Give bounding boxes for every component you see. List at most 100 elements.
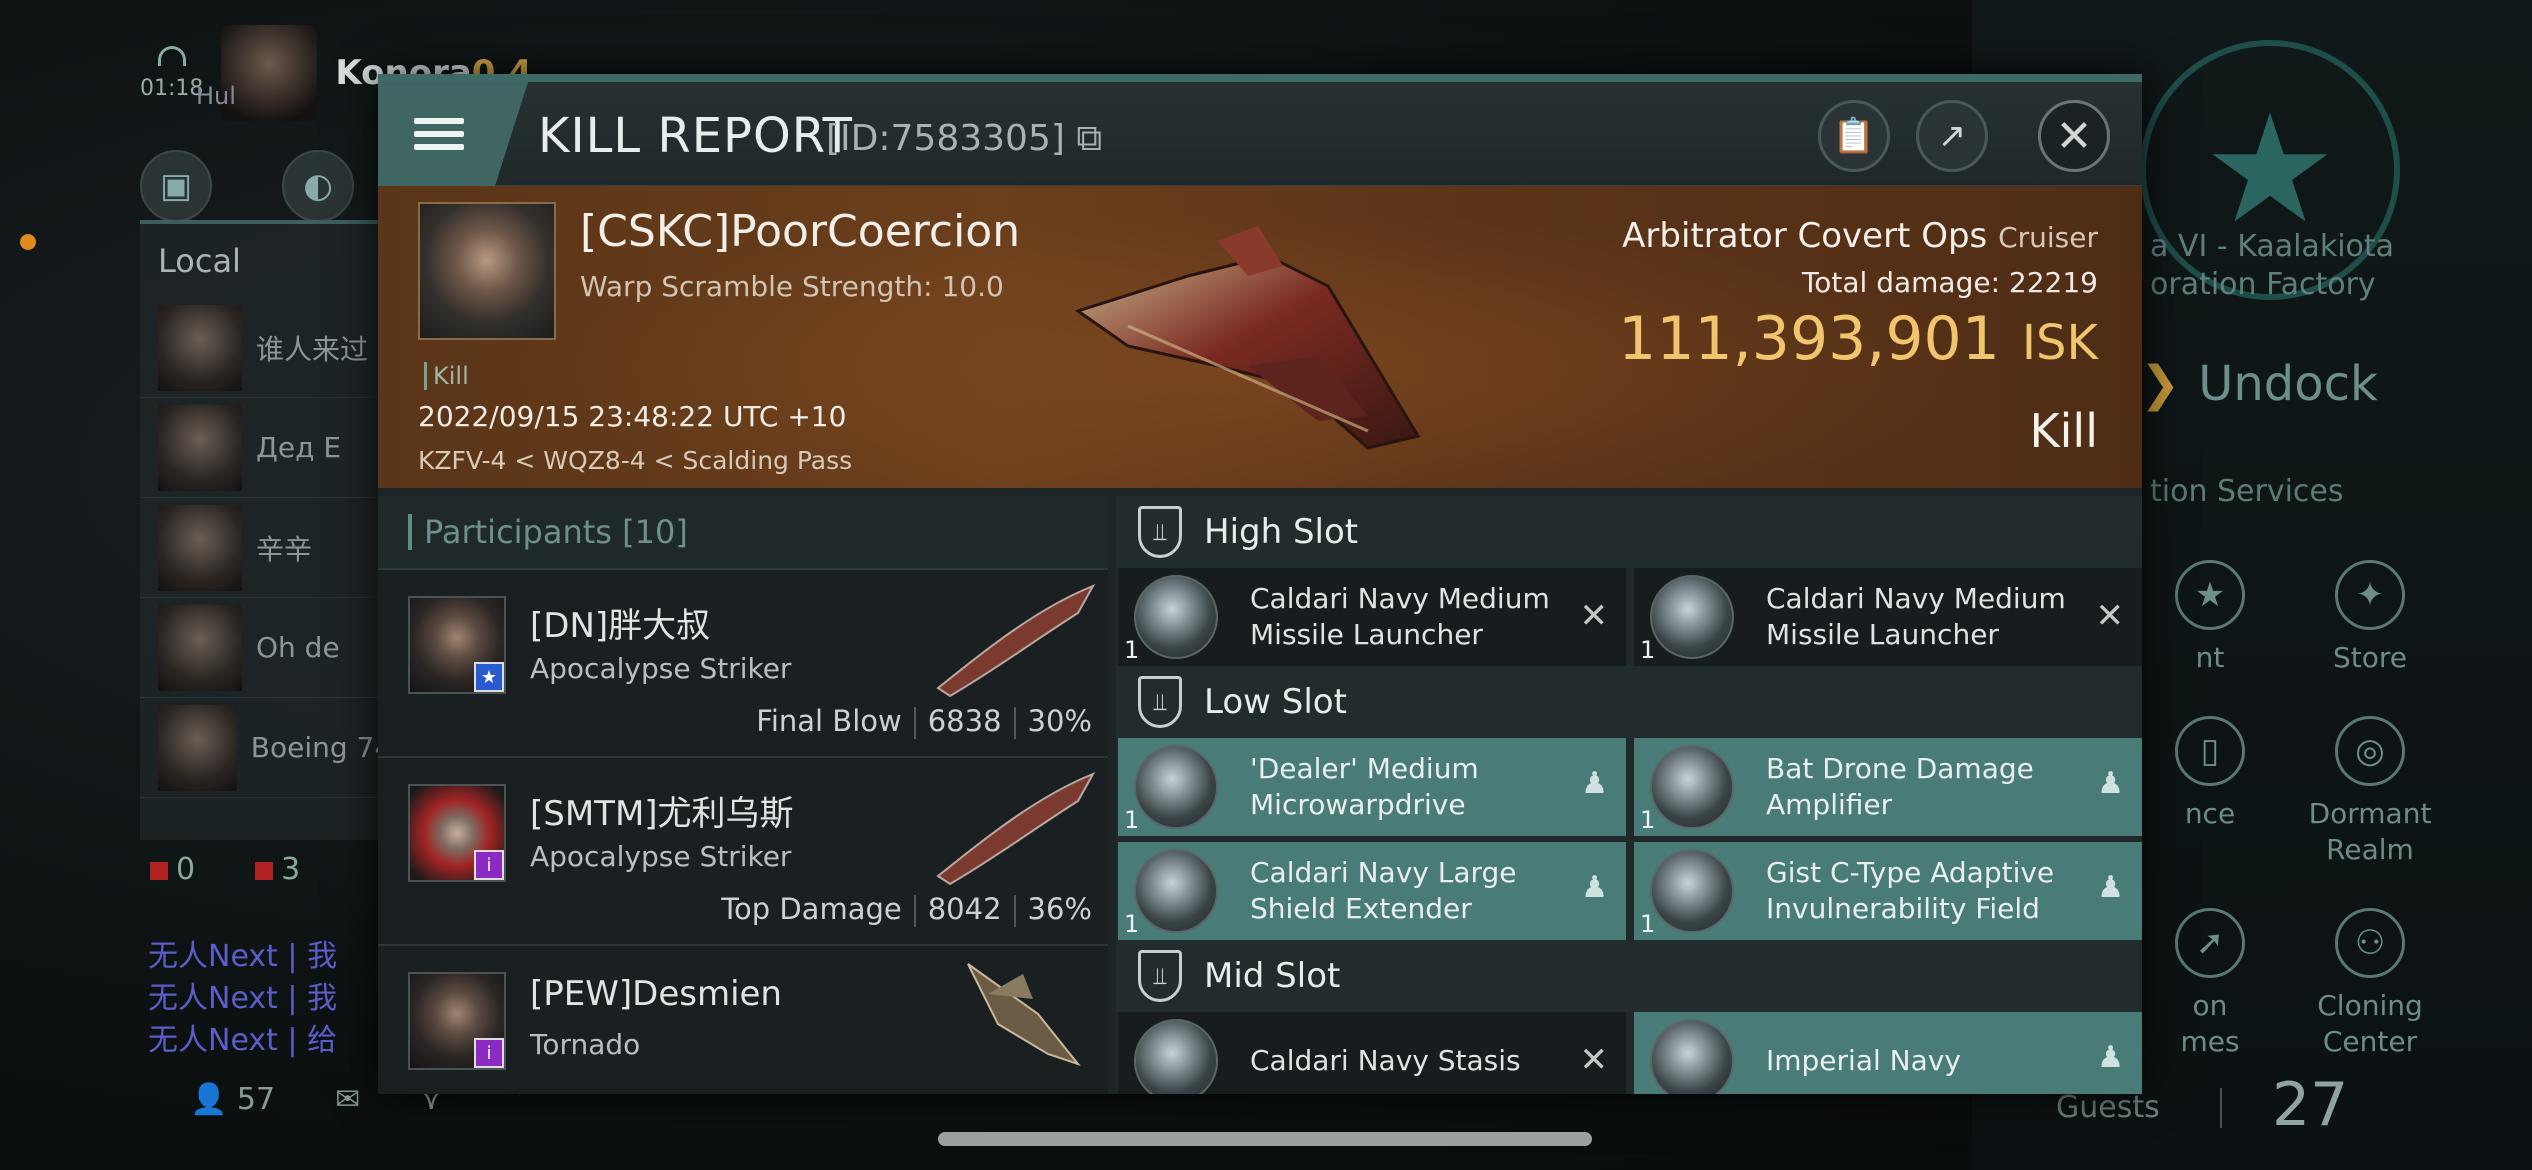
module-quantity: 1 bbox=[1640, 910, 1656, 938]
module-name: Caldari Navy Medium Missile Launcher bbox=[1766, 582, 2066, 651]
list-item[interactable]: Дед Е bbox=[140, 398, 400, 498]
list-item[interactable]: Boeing 747 bbox=[140, 698, 400, 798]
participant-row[interactable]: ★ [DN]胖大叔 Apocalypse Striker Final Blow 6… bbox=[378, 570, 1108, 758]
participant-stats: Final Blow 6838 30% bbox=[756, 704, 1092, 739]
station-services: ★ nt ✦ Store ▯ nce ◎ Dormant Realm ➚ on mes ⚇… bbox=[2130, 560, 2450, 1060]
microwarpdrive-icon bbox=[1134, 745, 1218, 829]
avatar bbox=[158, 704, 237, 791]
module-item[interactable]: 1 'Dealer' Medium Microwarpdrive ♟ bbox=[1118, 738, 1626, 836]
victim-ship-image[interactable] bbox=[1068, 216, 1438, 466]
isk-value: 111,393,901 ISK bbox=[1618, 304, 2098, 374]
kill-type: Kill bbox=[2029, 404, 2098, 458]
member-name: Дед Е bbox=[256, 431, 342, 464]
module-item[interactable]: 1 Caldari Navy Medium Missile Launcher ✕ bbox=[1118, 568, 1626, 666]
low-slot-header: ⫫ Low Slot bbox=[1116, 666, 2142, 738]
victim-name[interactable]: [CSKC]PoorCoercion bbox=[580, 206, 1020, 257]
high-slot-header: ⫫ High Slot bbox=[1116, 496, 2142, 568]
players-count[interactable]: 👤 57 bbox=[190, 1082, 275, 1117]
station-services-label: tion Services bbox=[2150, 474, 2344, 509]
module-name: Imperial Navy bbox=[1766, 1044, 1961, 1077]
planet-tab-icon[interactable]: ◐ bbox=[282, 150, 354, 222]
participants-panel: Participants [10] ★ [DN]胖大叔 Apocalypse S… bbox=[378, 496, 1108, 1094]
module-item[interactable]: 1 Gist C-Type Adaptive Invulnerability F… bbox=[1634, 842, 2142, 940]
module-item[interactable]: 1 Bat Drone Damage Amplifier ♟ bbox=[1634, 738, 2142, 836]
shield-extender-icon bbox=[1134, 849, 1218, 933]
kill-id[interactable]: [ID:7583305] ⧉ bbox=[826, 118, 1102, 160]
dropped-person-icon: ♟ bbox=[2097, 870, 2124, 905]
copy-icon[interactable]: ⧉ bbox=[1076, 118, 1102, 159]
participant-ship: Apocalypse Striker bbox=[530, 652, 792, 685]
victim-portrait[interactable] bbox=[418, 202, 556, 340]
fitting-panel: ⫫ High Slot 1 Caldari Navy Medium Missil… bbox=[1116, 496, 2142, 1094]
victim-warp-scramble: Warp Scramble Strength: 10.0 bbox=[580, 270, 1004, 303]
module-name: 'Dealer' Medium Microwarpdrive bbox=[1250, 752, 1479, 821]
avatar bbox=[158, 604, 242, 691]
destroyed-icon: ✕ bbox=[1579, 596, 1609, 636]
module-name: Gist C-Type Adaptive Invulnerability Fie… bbox=[1766, 856, 2055, 925]
module-item[interactable]: Imperial Navy ♟ bbox=[1634, 1012, 2142, 1094]
victim-ship[interactable]: Arbitrator Covert Ops Cruiser bbox=[1622, 216, 2098, 256]
module-name: Caldari Navy Medium Missile Launcher bbox=[1250, 582, 1550, 651]
participant-name: [SMTM]尤利乌斯 bbox=[530, 794, 794, 834]
service-dormant-realm[interactable]: ◎ Dormant Realm bbox=[2290, 716, 2450, 868]
destroyed-icon: ✕ bbox=[2095, 596, 2125, 636]
list-item[interactable]: Oh de bbox=[140, 598, 400, 698]
kill-location[interactable]: KZFV-4 < WQZ8-4 < Scalding Pass bbox=[418, 446, 852, 475]
share-button[interactable]: ↗ bbox=[1916, 100, 1988, 172]
header-accent bbox=[408, 514, 412, 550]
clipboard-button[interactable]: 📋 bbox=[1818, 100, 1890, 172]
service-store[interactable]: ✦ Store bbox=[2290, 560, 2450, 676]
mid-slot-icon: ⫫ bbox=[1138, 950, 1182, 1002]
star-badge-icon: ★ bbox=[474, 662, 504, 692]
destroyed-icon: ✕ bbox=[1579, 1040, 1609, 1080]
dropped-person-icon: ♟ bbox=[2097, 766, 2124, 801]
close-button[interactable]: ✕ bbox=[2038, 100, 2110, 172]
clock: 01:18 bbox=[140, 75, 204, 101]
module-quantity: 1 bbox=[1124, 806, 1140, 834]
count-a: 0 bbox=[150, 852, 195, 887]
home-indicator[interactable] bbox=[938, 1132, 1592, 1146]
guests-count[interactable]: 27 bbox=[2272, 1070, 2348, 1140]
left-tabs: ▣ ◐ bbox=[140, 150, 354, 222]
participant-ship: Tornado bbox=[530, 1028, 641, 1061]
station-name: a VI - Kaalakiota oration Factory bbox=[2150, 229, 2395, 302]
star-icon: ★ bbox=[2175, 560, 2245, 630]
list-item[interactable]: 辛辛 bbox=[140, 498, 400, 598]
missile-launcher-icon bbox=[1134, 575, 1218, 659]
chat-line: 无人Next | 我 bbox=[148, 939, 338, 974]
module-name: Bat Drone Damage Amplifier bbox=[1766, 752, 2034, 821]
module-item[interactable]: 1 Caldari Navy Medium Missile Launcher ✕ bbox=[1634, 568, 2142, 666]
service-item[interactable]: ▯ nce bbox=[2130, 716, 2290, 868]
low-slot-modules: 1 'Dealer' Medium Microwarpdrive ♟ 1 Bat… bbox=[1116, 738, 2142, 940]
kill-time: 2022/09/15 23:48:22 UTC +10 bbox=[418, 400, 847, 433]
module-item[interactable]: Caldari Navy Stasis ✕ bbox=[1118, 1012, 1626, 1094]
module-item[interactable]: 1 Caldari Navy Large Shield Extender ♟ bbox=[1118, 842, 1626, 940]
participant-row[interactable]: i [PEW]Desmien Tornado bbox=[378, 946, 1108, 1094]
kill-tag: Kill bbox=[424, 362, 469, 390]
service-item[interactable]: ★ nt bbox=[2130, 560, 2290, 676]
hamburger-icon bbox=[414, 111, 464, 157]
service-cloning-center[interactable]: ⚇ Cloning Center bbox=[2290, 908, 2450, 1060]
participant-ship-image bbox=[936, 772, 1096, 886]
high-slot-icon: ⫫ bbox=[1138, 506, 1182, 558]
nes-icon: ✦ bbox=[2335, 560, 2405, 630]
modal-header: KILL REPORT [ID:7583305] ⧉ 📋 ↗ ✕ bbox=[378, 82, 2142, 186]
menu-button[interactable] bbox=[378, 82, 528, 186]
module-quantity: 1 bbox=[1640, 806, 1656, 834]
mid-slot-modules: Caldari Navy Stasis ✕ Imperial Navy ♟ bbox=[1116, 1012, 2142, 1094]
arrow-icon: ➚ bbox=[2175, 908, 2245, 978]
module-name: Caldari Navy Stasis bbox=[1250, 1044, 1521, 1077]
avatar bbox=[158, 404, 242, 491]
local-chat-panel: Local 谁人来过 Дед Е 辛辛 Oh de Boeing 747 bbox=[140, 220, 400, 840]
list-item[interactable]: 谁人来过 bbox=[140, 298, 400, 398]
chevron-right-icon: ❯ bbox=[2140, 356, 2181, 412]
undock-button[interactable]: ❯ Undock bbox=[2140, 356, 2378, 412]
participant-row[interactable]: i [SMTM]尤利乌斯 Apocalypse Striker Top Dama… bbox=[378, 758, 1108, 946]
local-title: Local bbox=[158, 242, 241, 280]
cargo-tab-icon[interactable]: ▣ bbox=[140, 150, 212, 222]
mail-icon[interactable]: ✉ bbox=[335, 1082, 360, 1117]
invulnerability-field-icon bbox=[1650, 849, 1734, 933]
avatar bbox=[158, 504, 242, 591]
service-item[interactable]: ➚ on mes bbox=[2130, 908, 2290, 1060]
victim-banner: [CSKC]PoorCoercion Warp Scramble Strengt… bbox=[378, 186, 2142, 488]
